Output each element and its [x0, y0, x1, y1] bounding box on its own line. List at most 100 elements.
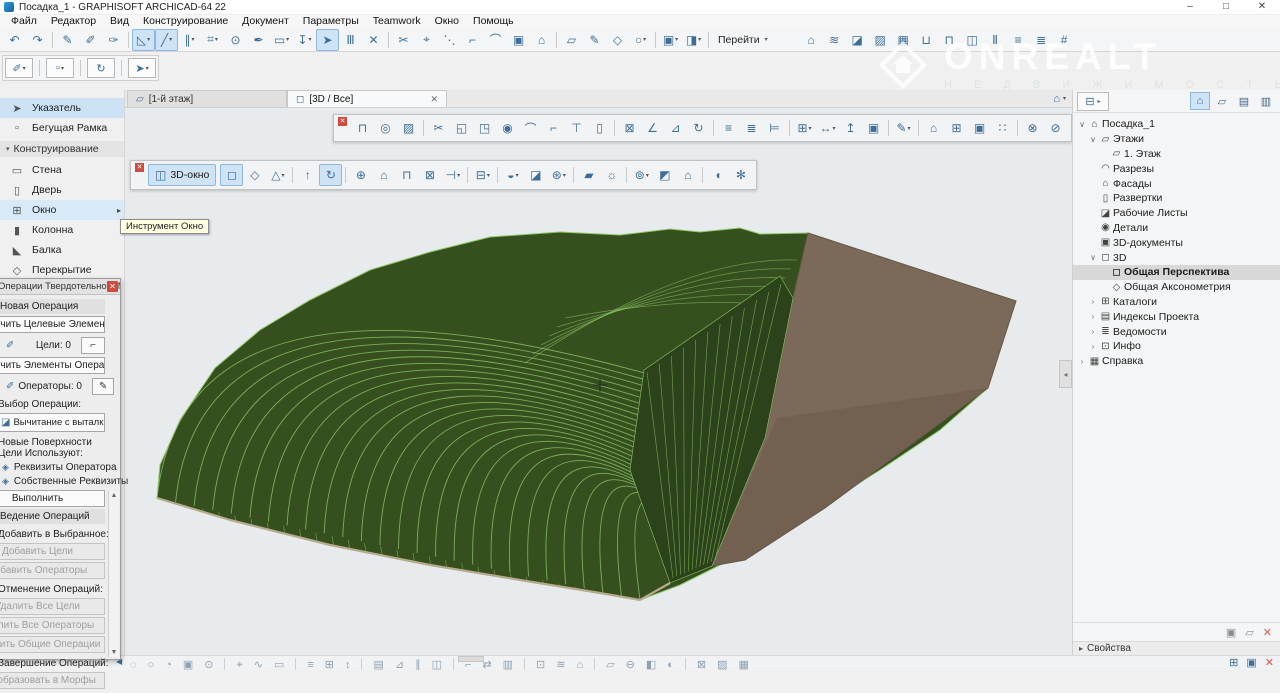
frame-box-icon[interactable]: ◫: [961, 29, 984, 51]
text-lines-icon[interactable]: ≡: [1007, 29, 1030, 51]
zoom-image-icon[interactable]: ◎: [374, 117, 397, 139]
steel-beam-icon[interactable]: Ⅱ: [984, 29, 1007, 51]
status-icon[interactable]: ◌: [130, 656, 137, 670]
fillet-icon[interactable]: ⌒: [484, 29, 507, 51]
operator-attributes-option[interactable]: ◈Реквизиты Оператора: [0, 460, 105, 474]
menu-item[interactable]: Редактор: [44, 15, 103, 28]
layout-view-icon[interactable]: ◨▾: [682, 29, 705, 51]
snap-guide-icon[interactable]: ╱▾: [155, 29, 178, 51]
status-icon[interactable]: ▦: [739, 656, 749, 670]
navigator-item[interactable]: ◪Рабочие Листы: [1073, 206, 1280, 221]
tool-pointer[interactable]: ➤Указатель: [0, 98, 124, 118]
anchor-icon[interactable]: ↧▾: [293, 29, 316, 51]
u-profile-icon[interactable]: ⊔: [915, 29, 938, 51]
navigator-item[interactable]: ⌂Фасады: [1073, 176, 1280, 191]
project-map-icon[interactable]: ⌂: [1190, 92, 1210, 110]
own-attributes-option[interactable]: ◈Собственные Реквизиты: [0, 474, 105, 488]
toolbar-close-icon[interactable]: ✕: [135, 163, 144, 172]
status-icon[interactable]: ◫: [432, 656, 442, 670]
align-left-icon[interactable]: ≡: [717, 117, 740, 139]
status-icon[interactable]: ∿: [254, 656, 263, 670]
draw-pencil-icon[interactable]: ✎: [583, 29, 606, 51]
get-operator-elements-button[interactable]: Получить Элементы Операторов: [0, 357, 105, 374]
tab-floor-plan[interactable]: ▱ [1-й этаж]: [127, 90, 287, 107]
navigator-item[interactable]: ◉Детали: [1073, 221, 1280, 236]
status-icon[interactable]: ↕: [345, 656, 351, 670]
targets-count-button[interactable]: ⌐: [81, 337, 105, 354]
snap-grid-icon[interactable]: ⌗▾: [201, 29, 224, 51]
navigator-item[interactable]: ◇Общая Аксонометрия: [1073, 280, 1280, 295]
marquee-mini-icon[interactable]: ▫▾: [46, 58, 74, 78]
status-icon[interactable]: ○: [148, 656, 155, 670]
tool-wall[interactable]: ▭Стена: [0, 160, 124, 180]
open-folder-icon[interactable]: ▱: [1245, 626, 1253, 639]
scissors-icon[interactable]: ✂: [392, 29, 415, 51]
toolbar-close-icon[interactable]: ✕: [338, 117, 347, 126]
navigator-item[interactable]: ◻Общая Перспектива: [1073, 265, 1280, 280]
tool-door[interactable]: ▯Дверь: [0, 180, 124, 200]
chain-icon[interactable]: ▣: [862, 117, 885, 139]
properties-section[interactable]: ▸ Свойства: [1073, 641, 1280, 655]
dots-icon[interactable]: ∷: [991, 117, 1014, 139]
status-icon[interactable]: ≋: [556, 656, 565, 670]
layers-3d-icon[interactable]: ⊟▾: [471, 164, 494, 186]
status-icon[interactable]: ▤: [373, 656, 383, 670]
tool-column[interactable]: ▮Колонна: [0, 220, 124, 240]
navigator-item[interactable]: ▯Развертки: [1073, 191, 1280, 206]
menu-item[interactable]: Параметры: [296, 15, 366, 28]
status-icon[interactable]: ⊞: [325, 656, 334, 670]
corner-edit-icon[interactable]: ⌐: [542, 117, 565, 139]
guide-lines-icon[interactable]: ∥▾: [178, 29, 201, 51]
corner-icon[interactable]: ⌐: [461, 29, 484, 51]
navigator-item[interactable]: ∨◻3D: [1073, 250, 1280, 265]
status-icon[interactable]: ⊖: [626, 656, 635, 670]
polygon-icon[interactable]: ◇: [606, 29, 629, 51]
cursor-icon[interactable]: ➤▾: [128, 58, 156, 78]
navigator-item[interactable]: ▣3D-документы: [1073, 235, 1280, 250]
grid-table-icon[interactable]: ▦: [892, 29, 915, 51]
project-chooser-button[interactable]: ⊟▸: [1077, 92, 1109, 111]
layers-icon[interactable]: ≣: [1030, 29, 1053, 51]
status-icon[interactable]: ▱: [606, 656, 614, 670]
no-box-icon[interactable]: ⊠: [618, 117, 641, 139]
inject-icon[interactable]: ⋱: [438, 29, 461, 51]
toolbox-section-design-section[interactable]: ▾Конструирование: [0, 141, 124, 157]
sun-shadow-icon[interactable]: ☼: [600, 164, 623, 186]
navigator-item[interactable]: ›▦Справка: [1073, 354, 1280, 369]
photo-icon[interactable]: ▨: [397, 117, 420, 139]
navigator-item[interactable]: ◠Разрезы: [1073, 161, 1280, 176]
status-icon[interactable]: ◔: [165, 656, 172, 670]
link-b-icon[interactable]: ⊘: [1044, 117, 1067, 139]
columns-icon[interactable]: Ⅲ: [339, 29, 362, 51]
spin-icon[interactable]: ↻: [687, 117, 710, 139]
menu-item[interactable]: Окно: [428, 15, 466, 28]
tab-3d-all[interactable]: ◻ [3D / Все] ✕: [287, 90, 447, 107]
palette-scrollbar[interactable]: ▲ ▼: [108, 491, 119, 657]
add-polygon-icon[interactable]: ◪: [524, 164, 547, 186]
panel-collapse-handle[interactable]: ◂: [1059, 360, 1072, 388]
paint-icon[interactable]: ⊓: [938, 29, 961, 51]
move-icon[interactable]: ↔▾: [816, 117, 839, 139]
gravity-icon[interactable]: ⊙: [224, 29, 247, 51]
scissors-edit-icon[interactable]: ✂: [427, 117, 450, 139]
publish-home-icon[interactable]: ⌂: [676, 164, 699, 186]
profile-edit-icon[interactable]: ▱: [560, 29, 583, 51]
waves-icon[interactable]: ≋: [823, 29, 846, 51]
new-panel-icon[interactable]: ▣: [1246, 656, 1256, 670]
tool-slab[interactable]: ◇Перекрытие: [0, 260, 124, 280]
polygon-more-icon[interactable]: ○▾: [629, 29, 652, 51]
3d-window-button[interactable]: ◫ 3D-окно: [148, 164, 216, 186]
pick-up-icon[interactable]: ⌖: [415, 29, 438, 51]
menu-item[interactable]: Помощь: [466, 15, 521, 28]
minimize-button[interactable]: –: [1172, 0, 1208, 14]
palette-close-icon[interactable]: ✕: [107, 281, 118, 292]
transform-icon[interactable]: ➤: [316, 29, 339, 51]
proj-more-icon[interactable]: ⊣▾: [441, 164, 464, 186]
box-b-icon[interactable]: ◳: [473, 117, 496, 139]
ramp-icon[interactable]: ⊿: [664, 117, 687, 139]
select-box-icon[interactable]: ⊞▾: [793, 117, 816, 139]
get-target-elements-button[interactable]: Получить Целевые Элементы: [0, 316, 105, 333]
status-icon[interactable]: ◐: [667, 656, 674, 670]
menu-item[interactable]: Teamwork: [366, 15, 428, 28]
magic-wand-icon[interactable]: ⊛▾: [547, 164, 570, 186]
